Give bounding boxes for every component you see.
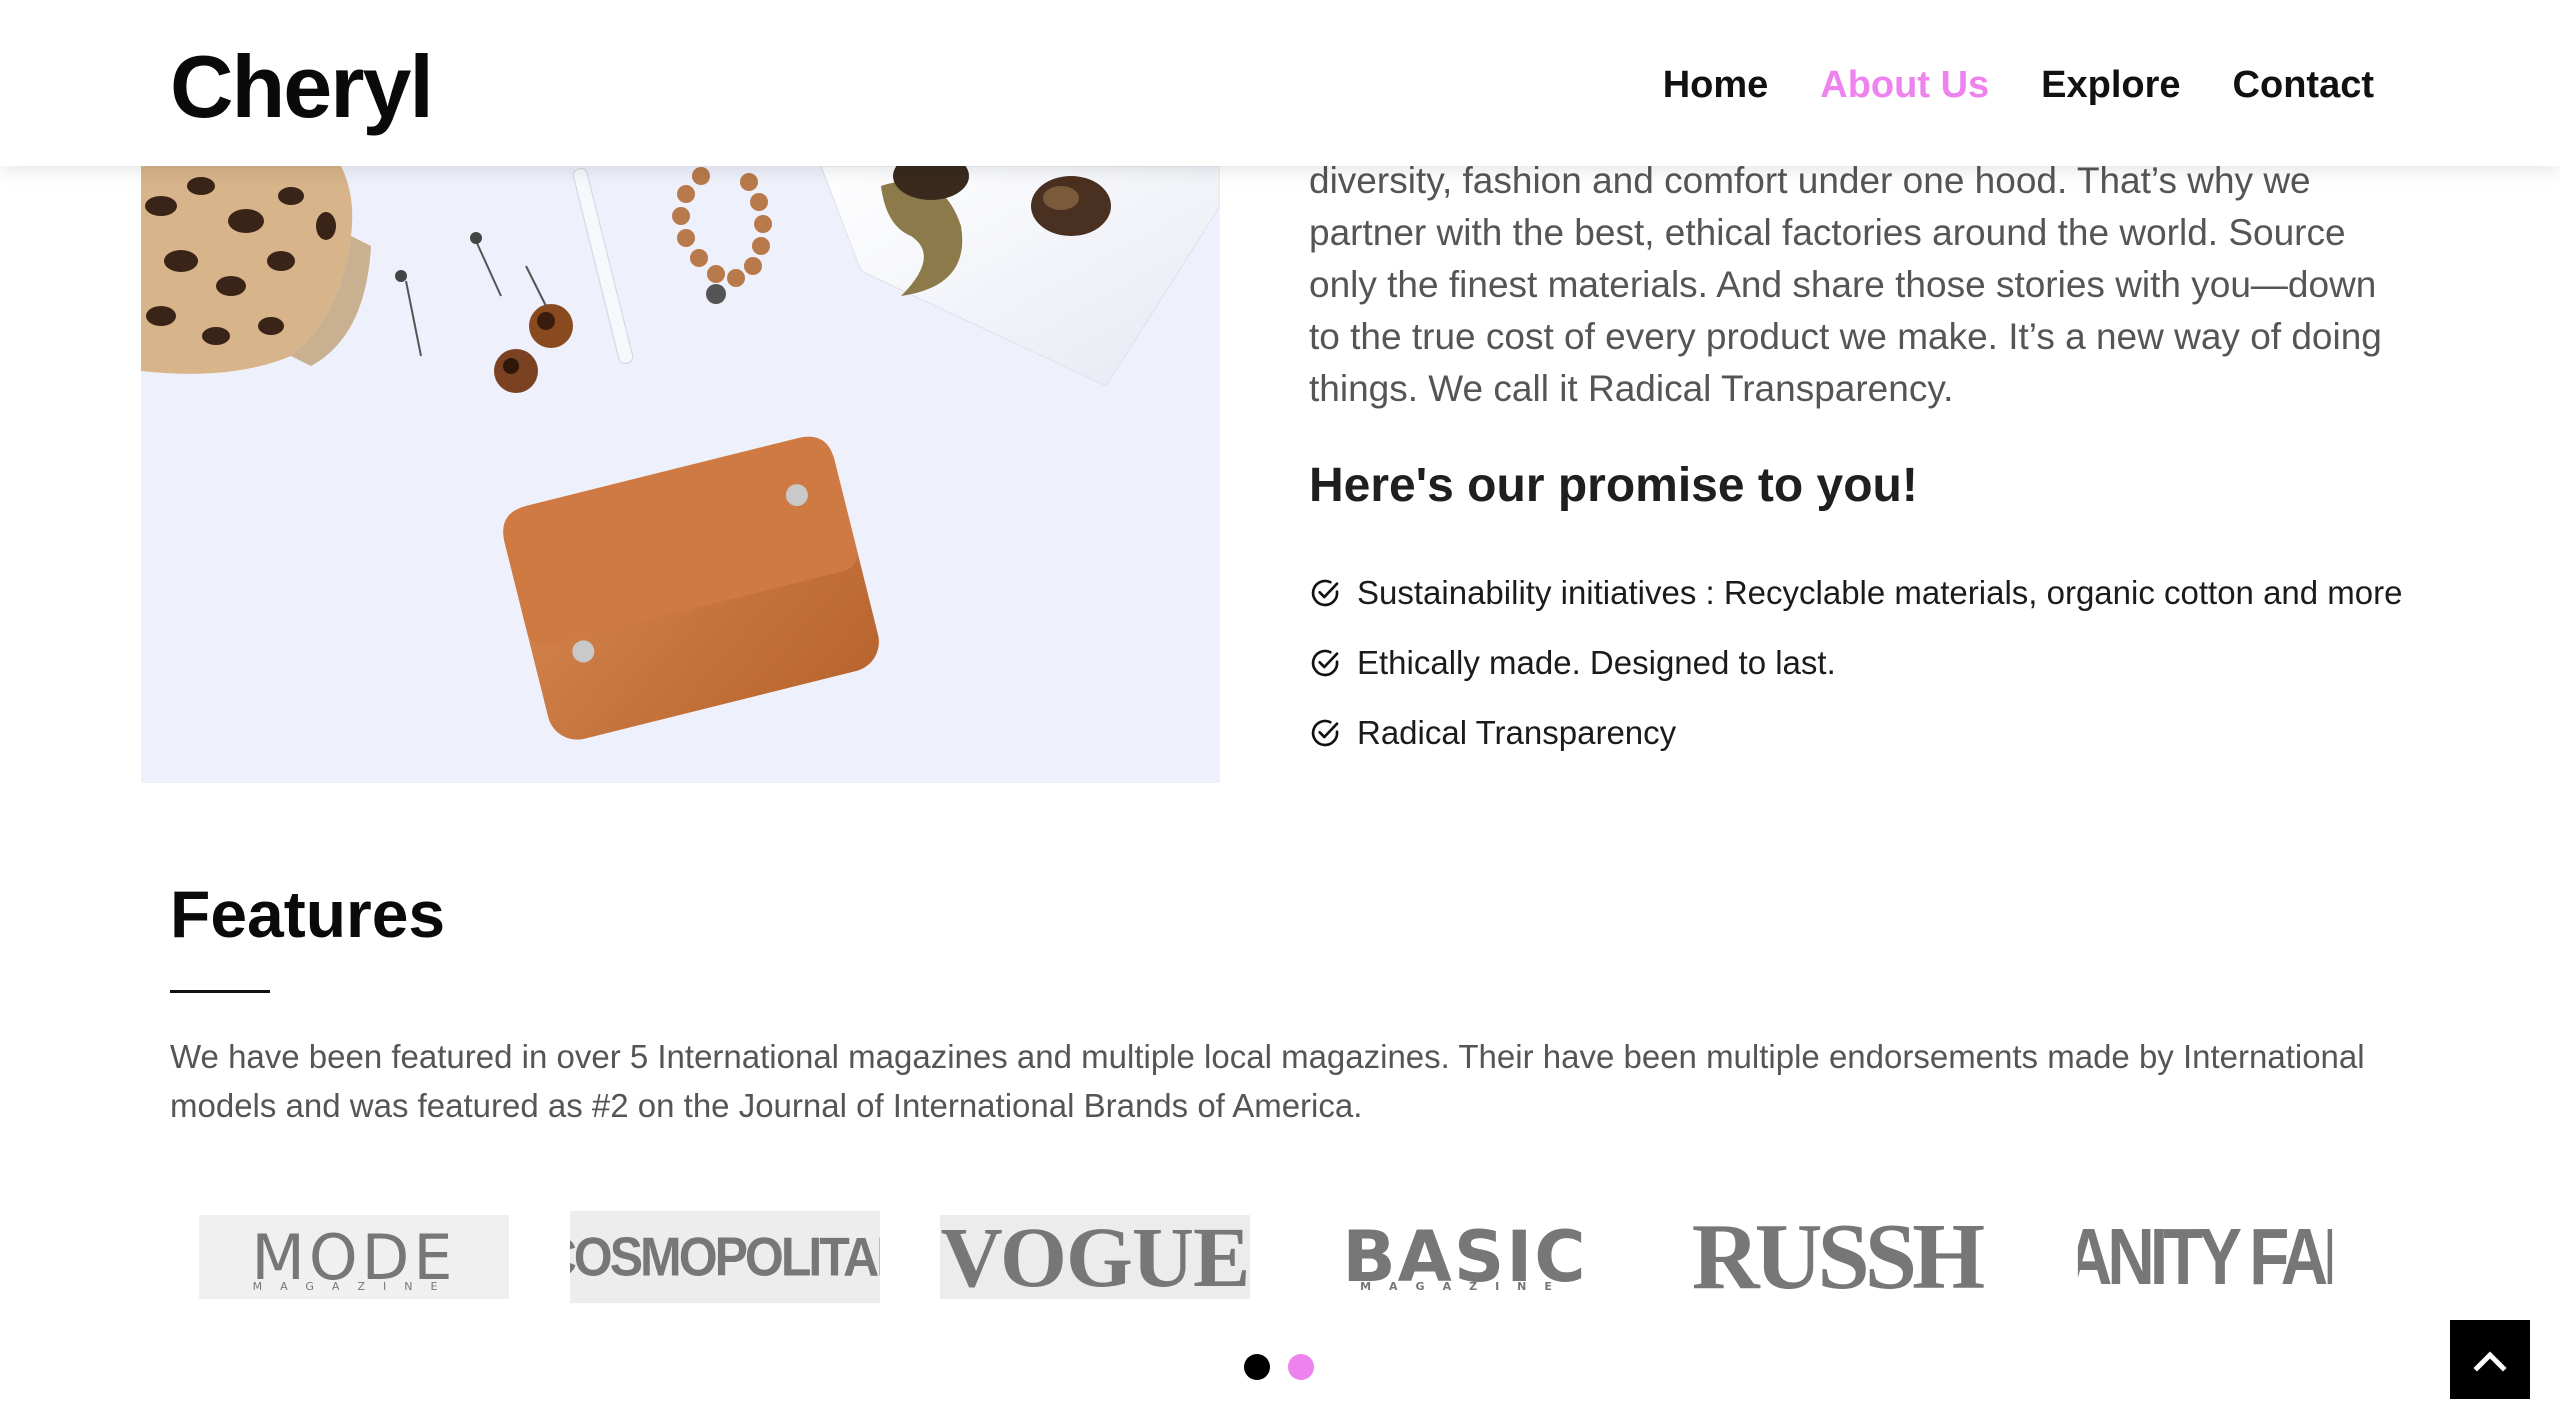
promise-list: Sustainability initiatives : Recyclable … (1309, 558, 2459, 768)
nav-home[interactable]: Home (1663, 64, 1769, 107)
magazine-logo-basic: BASIC MAGAZINE (1342, 1216, 1588, 1298)
features-divider (170, 990, 270, 993)
carousel-dot-1[interactable] (1244, 1354, 1270, 1380)
magazine-logos: MODE MAGAZINE COSMOPOLITAN VOGUE BASIC M… (199, 1210, 2361, 1304)
check-circle-icon (1311, 579, 1339, 607)
nav-about-us[interactable]: About Us (1820, 64, 1989, 107)
features-text: We have been featured in over 5 Internat… (170, 1038, 2365, 1124)
nav-explore[interactable]: Explore (2041, 64, 2180, 107)
magazine-logo-cosmopolitan: COSMOPOLITAN (570, 1210, 880, 1304)
main-nav: Home About Us Explore Contact (1663, 64, 2374, 107)
magazine-logo-vogue: VOGUE (940, 1215, 1250, 1299)
chevron-up-icon (2473, 1350, 2507, 1372)
flatlay-illustration (141, 166, 1220, 783)
promise-item-label: Ethically made. Designed to last. (1357, 644, 1836, 681)
promise-item: Sustainability initiatives : Recyclable … (1309, 558, 2459, 628)
hero-image (141, 166, 1220, 783)
promise-item: Radical Transparency (1309, 698, 2459, 768)
carousel-dots (1244, 1354, 1314, 1380)
nav-contact[interactable]: Contact (2233, 64, 2374, 107)
check-circle-icon (1311, 719, 1339, 747)
promise-item-label: Sustainability initiatives : Recyclable … (1357, 574, 2403, 611)
carousel-dot-2[interactable] (1288, 1354, 1314, 1380)
page: Cheryl Home About Us Explore Contact div… (0, 0, 2560, 1428)
scroll-to-top-button[interactable] (2450, 1320, 2530, 1399)
promise-title: Here's our promise to you! (1309, 459, 1918, 512)
magazine-logo-mode: MODE MAGAZINE (199, 1215, 509, 1299)
features-title: Features (170, 877, 446, 951)
promise-item: Ethically made. Designed to last. (1309, 628, 2459, 698)
brand-logo[interactable]: Cheryl (170, 36, 434, 138)
magazine-logo-vanity-fair: VANITY FAIR (2078, 1215, 2332, 1299)
about-intro-text: diversity, fashion and comfort under one… (1309, 160, 2382, 409)
magazine-logo-russh: RUSSH (1691, 1215, 1985, 1299)
site-header: Cheryl Home About Us Explore Contact (0, 0, 2560, 166)
promise-item-label: Radical Transparency (1357, 714, 1677, 751)
check-circle-icon (1311, 649, 1339, 677)
